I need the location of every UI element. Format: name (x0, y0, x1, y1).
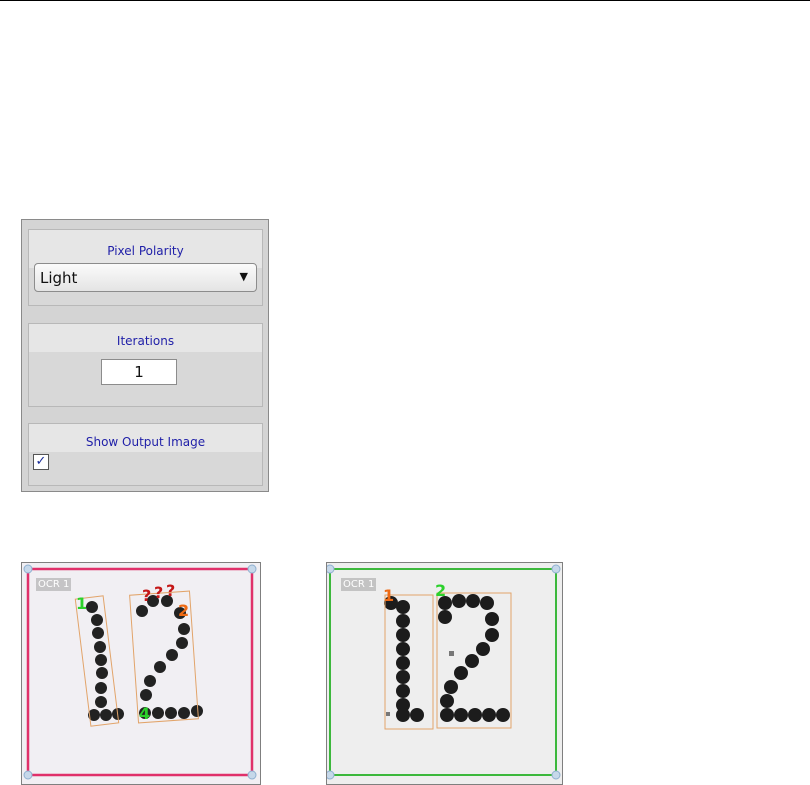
char-label: 1 (383, 586, 395, 605)
pixel-polarity-value: Light (40, 269, 78, 287)
ocr-output-image[interactable]: OCR 1 1 2 (326, 562, 563, 785)
digit-one-dots (86, 601, 124, 721)
char-label: ? (142, 586, 152, 605)
char-label: 1 (76, 594, 88, 613)
digit-one-dots (384, 596, 424, 722)
corner-handle[interactable] (23, 564, 33, 574)
digit-two-dots (438, 594, 510, 722)
char-label: 2 (435, 581, 447, 600)
char-label: ? (166, 581, 176, 600)
region-border (26, 567, 254, 777)
char-label: ? (154, 583, 164, 602)
iterations-input[interactable]: 1 (101, 359, 177, 385)
corner-handle[interactable] (551, 770, 561, 780)
iterations-label: Iterations (29, 324, 262, 352)
corner-handle[interactable] (327, 770, 335, 780)
corner-handle[interactable] (327, 564, 335, 574)
show-output-image-group: Show Output Image ✓ (28, 423, 263, 486)
char-label: 4 (139, 704, 151, 723)
region-tag: OCR 1 (36, 578, 72, 591)
show-output-image-checkbox[interactable]: ✓ (33, 454, 49, 470)
corner-handle[interactable] (247, 770, 257, 780)
corner-handle[interactable] (23, 770, 33, 780)
dropdown-arrow-icon: ▼ (239, 270, 248, 283)
region-tag: OCR 1 (341, 578, 377, 591)
digit-two-dots (136, 595, 203, 719)
corner-handle[interactable] (551, 564, 561, 574)
top-divider (0, 0, 810, 1)
settings-panel: Pixel Polarity Light ▼ Iterations 1 Show… (21, 219, 269, 492)
ocr-input-canvas (23, 564, 257, 780)
corner-handle[interactable] (247, 564, 257, 574)
iterations-group: Iterations 1 (28, 323, 263, 407)
pixel-polarity-group: Pixel Polarity Light ▼ (28, 229, 263, 306)
show-output-image-label: Show Output Image (29, 424, 262, 452)
ocr-input-image[interactable]: OCR 1 1 ? ? ? 2 4 (21, 562, 261, 785)
pixel-polarity-dropdown[interactable]: Light ▼ (34, 263, 257, 292)
char-label: 2 (178, 601, 190, 620)
